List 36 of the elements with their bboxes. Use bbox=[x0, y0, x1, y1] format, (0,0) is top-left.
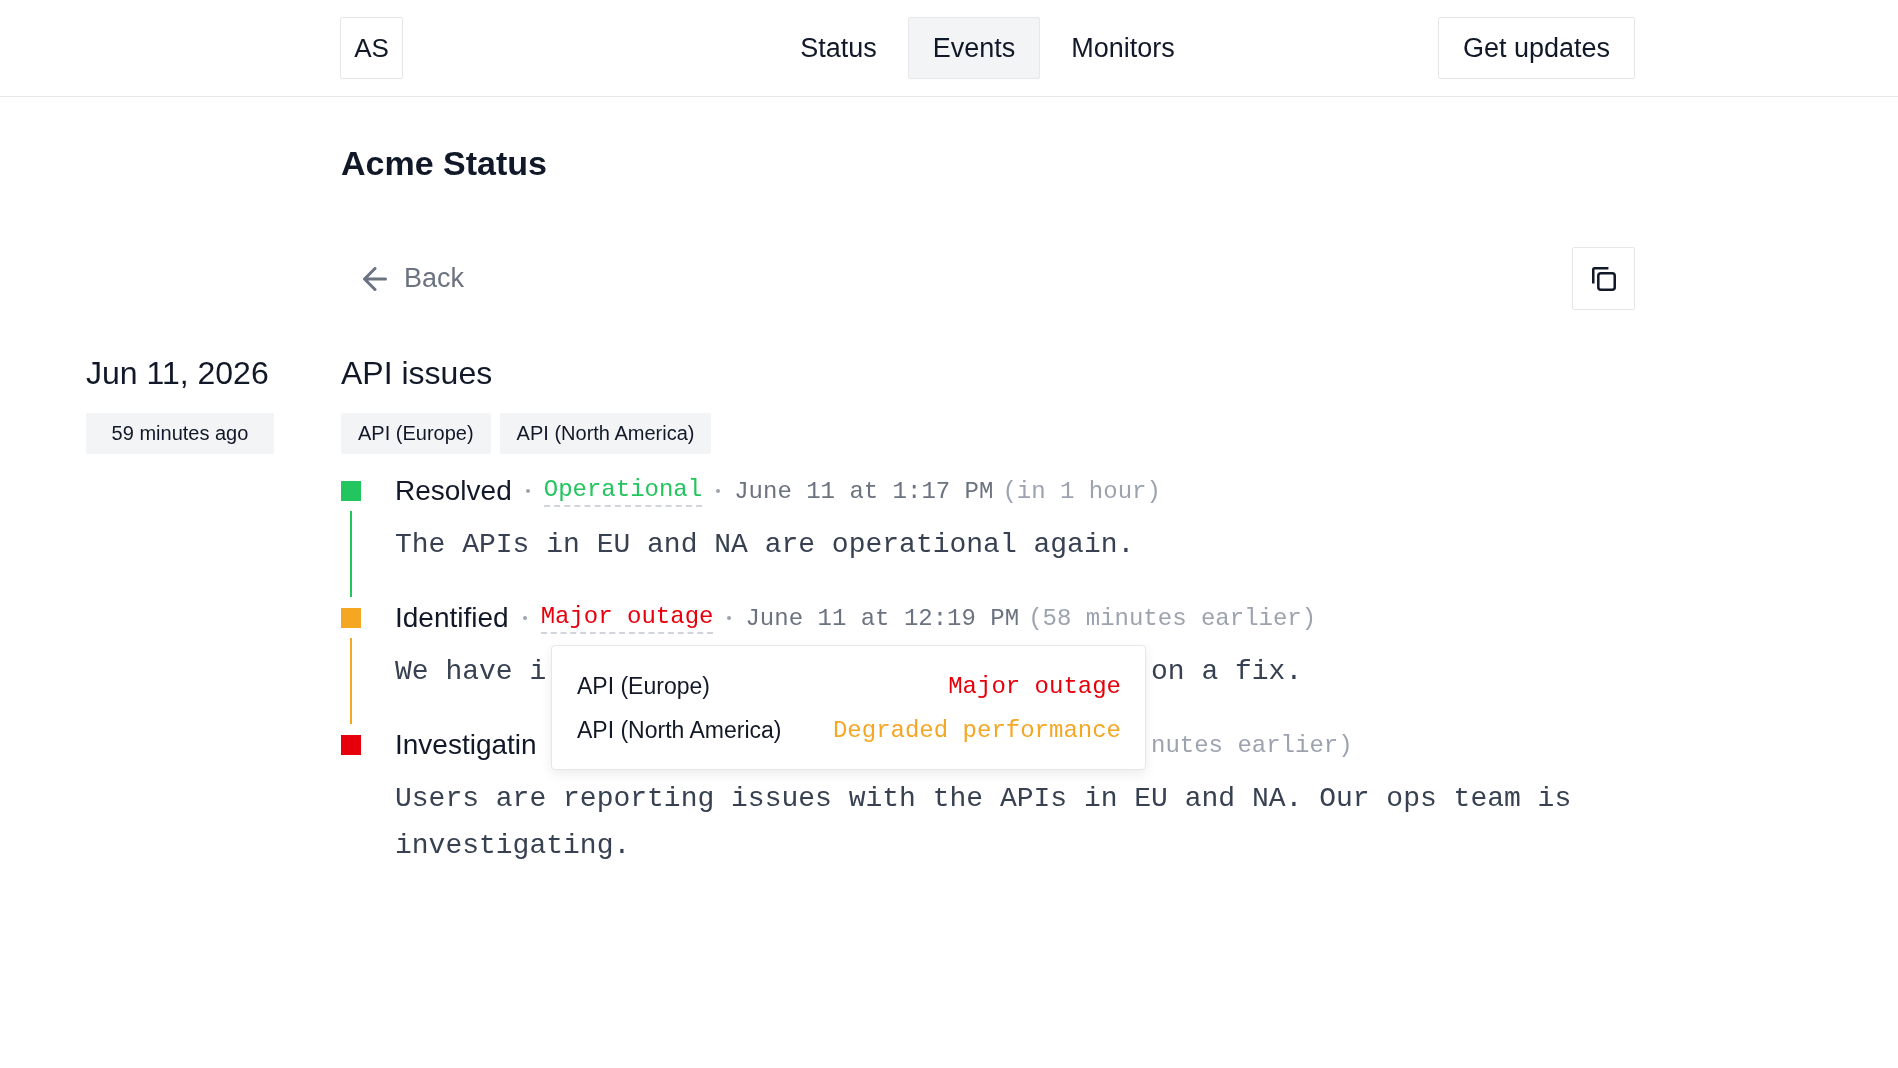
component-name: API (North America) bbox=[577, 716, 782, 744]
component-name: API (Europe) bbox=[577, 672, 710, 700]
component-status: Degraded performance bbox=[832, 716, 1121, 744]
impact-label[interactable]: Major outage bbox=[540, 602, 714, 634]
update-message: on a fix. bbox=[1151, 655, 1303, 689]
page-title: Acme Status bbox=[340, 143, 548, 184]
left-arrow-icon bbox=[363, 266, 387, 291]
separator-dot-icon bbox=[716, 489, 721, 493]
nav-tab[interactable]: Events bbox=[907, 17, 1041, 79]
component-status: Major outage bbox=[948, 672, 1121, 700]
copy-icon bbox=[1591, 266, 1616, 291]
update-status: Resolved bbox=[395, 475, 512, 507]
nav-tab[interactable]: Monitors bbox=[1046, 17, 1200, 79]
update-message: Users are reporting issues with the APIs in EU and NA. Our ops team is investigating. bbox=[395, 783, 1572, 861]
copy-button[interactable] bbox=[1572, 247, 1635, 310]
event-title: API issues bbox=[341, 354, 494, 393]
update-status: Investigatin bbox=[395, 729, 538, 761]
component-tag: API (North America) bbox=[499, 413, 712, 454]
logo-badge[interactable]: AS bbox=[340, 17, 403, 79]
back-link[interactable]: Back bbox=[340, 247, 485, 310]
event-date: Jun 11, 2026 bbox=[86, 354, 270, 393]
update-message: We have i bbox=[395, 655, 548, 689]
update-status: Identified bbox=[395, 602, 509, 634]
nav-tab[interactable]: Status bbox=[775, 17, 902, 79]
update-time: June 11 at 12:19 PM bbox=[745, 604, 1020, 632]
separator-dot-icon bbox=[727, 616, 732, 620]
relative-time: (in 1 hour) bbox=[1002, 477, 1161, 505]
separator-dot-icon bbox=[522, 616, 527, 620]
update-time: June 11 at 1:17 PM bbox=[734, 477, 994, 505]
component-tag: API (Europe) bbox=[341, 413, 491, 454]
relative-time: nutes earlier) bbox=[1151, 731, 1353, 759]
relative-time: (58 minutes earlier) bbox=[1028, 604, 1317, 632]
separator-dot-icon bbox=[525, 489, 530, 493]
update-message: The APIs in EU and NA are operational again. bbox=[395, 529, 1135, 560]
get-updates-button[interactable]: Get updates bbox=[1437, 17, 1635, 79]
time-ago-badge: 59 minutes ago bbox=[86, 413, 274, 454]
